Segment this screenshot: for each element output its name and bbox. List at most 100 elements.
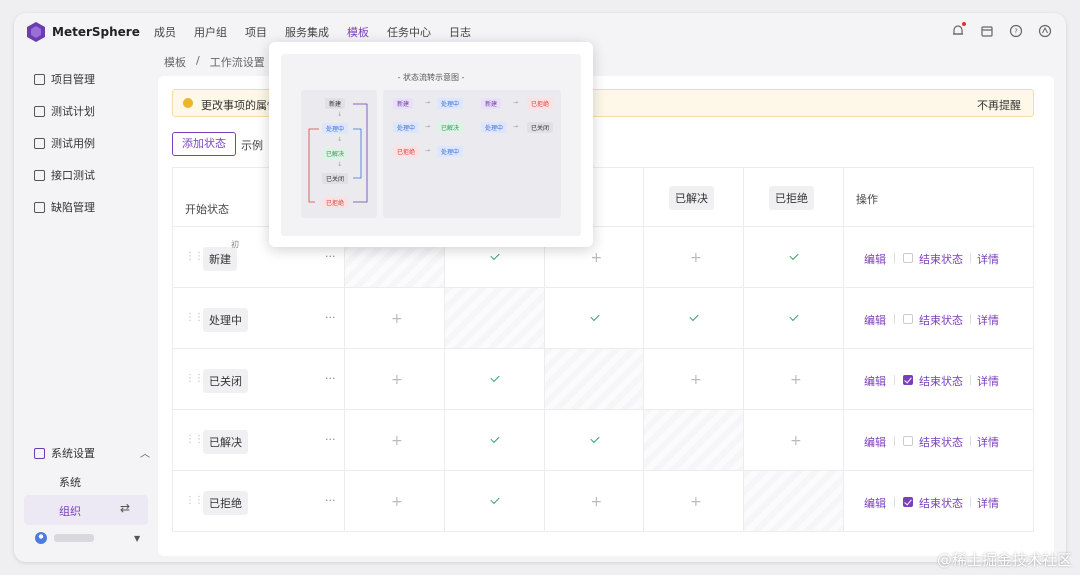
transition-cell[interactable] — [545, 288, 644, 349]
pair-from: 处理中 — [393, 122, 420, 133]
user-name-blurred — [54, 534, 94, 542]
end-state-checkbox[interactable] — [903, 252, 913, 263]
transition-cell[interactable]: + — [345, 288, 445, 349]
end-state-checkbox[interactable] — [903, 374, 913, 385]
sidebar-item-projects[interactable]: 项目管理 — [34, 71, 95, 87]
plus-icon: + — [690, 493, 702, 510]
nav-item-logs[interactable]: 日志 — [449, 24, 471, 40]
drag-handle-icon[interactable]: ⋮⋮ — [185, 312, 204, 323]
more-icon[interactable]: ··· — [325, 433, 336, 446]
transition-cell[interactable]: + — [345, 410, 445, 471]
example-link[interactable]: 示例 — [241, 137, 263, 153]
plus-icon: + — [391, 371, 403, 388]
diagram-title: - 状态流转示意图 - — [397, 73, 465, 82]
detail-button[interactable]: 详情 — [977, 434, 999, 450]
transition-cell[interactable] — [545, 410, 644, 471]
detail-button[interactable]: 详情 — [977, 373, 999, 389]
chevron-up-icon[interactable]: ︿ — [140, 445, 150, 460]
breadcrumb-templates[interactable]: 模板 — [164, 54, 186, 70]
nav-item-projects[interactable]: 项目 — [245, 24, 267, 40]
transition-cell[interactable]: + — [545, 471, 644, 532]
end-state-label: 结束状态 — [919, 252, 963, 266]
transition-cell-disabled — [545, 349, 644, 410]
help-icon[interactable]: ? — [1009, 24, 1023, 38]
swap-icon[interactable]: ⇄ — [120, 501, 130, 515]
header-chip-resolved: 已解决 — [669, 186, 714, 210]
user-menu[interactable]: ▼ — [34, 531, 140, 545]
drag-handle-icon[interactable]: ⋮⋮ — [185, 373, 204, 384]
transition-cell[interactable]: + — [644, 471, 744, 532]
sidebar-sub-system[interactable]: 系统 — [59, 474, 81, 490]
state-chip: 已解决 — [203, 429, 248, 454]
chevron-down-icon[interactable]: ▼ — [134, 534, 140, 543]
transition-cell[interactable]: + — [345, 471, 445, 532]
op-cell: 编辑 结束状态 详情 — [844, 349, 1034, 410]
more-icon[interactable]: ··· — [325, 311, 336, 324]
detail-button[interactable]: 详情 — [977, 495, 999, 511]
drag-handle-icon[interactable]: ⋮⋮ — [185, 434, 204, 445]
sidebar-item-bugs[interactable]: 缺陷管理 — [34, 199, 95, 215]
nav-item-integrations[interactable]: 服务集成 — [285, 24, 329, 40]
drag-handle-icon[interactable]: ⋮⋮ — [185, 495, 204, 506]
state-name-cell: ⋮⋮ 已关闭 ··· — [173, 349, 345, 410]
transition-cell[interactable]: + — [644, 349, 744, 410]
sidebar-sub-org[interactable]: 组织 ⇄ — [24, 495, 148, 525]
add-state-button[interactable]: 添加状态 — [172, 132, 236, 156]
example-popover: - 状态流转示意图 - 新建 ↓ 处理中 ↓ 已解决 ↓ 已关闭 已拒绝 新建 … — [269, 42, 593, 247]
check-icon — [589, 311, 600, 321]
warning-icon — [183, 98, 193, 108]
detail-button[interactable]: 详情 — [977, 312, 999, 328]
more-icon[interactable]: ··· — [325, 250, 336, 263]
language-icon[interactable] — [1038, 24, 1052, 38]
app-logo[interactable]: MeterSphere — [26, 21, 140, 43]
detail-button[interactable]: 详情 — [977, 251, 999, 267]
edit-button[interactable]: 编辑 — [864, 312, 886, 328]
edit-button[interactable]: 编辑 — [864, 434, 886, 450]
transition-cell[interactable] — [744, 288, 844, 349]
edit-button[interactable]: 编辑 — [864, 251, 886, 267]
more-icon[interactable]: ··· — [325, 372, 336, 385]
transition-cell[interactable]: + — [744, 410, 844, 471]
sidebar-item-label: 接口测试 — [51, 169, 95, 182]
sidebar-item-label: 缺陷管理 — [51, 201, 95, 214]
transition-cell[interactable] — [744, 227, 844, 288]
transition-cell[interactable] — [445, 410, 545, 471]
edit-button[interactable]: 编辑 — [864, 373, 886, 389]
transition-cell[interactable]: + — [345, 349, 445, 410]
edit-button[interactable]: 编辑 — [864, 495, 886, 511]
end-state-checkbox[interactable] — [903, 435, 913, 446]
end-state-label: 结束状态 — [919, 496, 963, 510]
sidebar-item-label: 测试计划 — [51, 105, 95, 118]
folder-icon — [34, 73, 45, 85]
nav-item-members[interactable]: 成员 — [154, 24, 176, 40]
bell-icon[interactable] — [951, 22, 966, 38]
nav-item-user-groups[interactable]: 用户组 — [194, 24, 227, 40]
nav-item-task-center[interactable]: 任务中心 — [387, 24, 431, 40]
end-state-checkbox[interactable] — [903, 496, 913, 507]
top-icons: ? — [951, 22, 1052, 38]
plus-icon: + — [391, 432, 403, 449]
transition-cell-disabled — [644, 410, 744, 471]
drag-handle-icon[interactable]: ⋮⋮ — [185, 251, 204, 262]
sidebar-item-test-plan[interactable]: 测试计划 — [34, 103, 95, 119]
transition-cell[interactable] — [445, 471, 545, 532]
transition-cell[interactable]: + — [744, 349, 844, 410]
more-icon[interactable]: ··· — [325, 494, 336, 507]
sidebar-item-test-cases[interactable]: 测试用例 — [34, 135, 95, 151]
transition-cell[interactable] — [644, 288, 744, 349]
transition-cell[interactable]: + — [644, 227, 744, 288]
calendar-icon[interactable] — [980, 24, 994, 38]
transition-cell[interactable] — [445, 349, 545, 410]
op-divider — [894, 435, 895, 446]
org-label: 组织 — [59, 505, 81, 518]
op-divider — [894, 496, 895, 507]
nav-item-templates[interactable]: 模板 — [347, 24, 369, 40]
pair-from: 已拒绝 — [393, 146, 420, 157]
sidebar-item-api-test[interactable]: 接口测试 — [34, 167, 95, 183]
diagram-pairs: 新建 → 处理中 新建 → 已拒绝 处理中 → 已解决 处理中 → 已关闭 已拒… — [383, 90, 561, 218]
header-op: 操作 — [844, 168, 1034, 227]
sidebar-item-settings[interactable]: 系统设置 ︿ — [34, 445, 150, 461]
dismiss-notice-button[interactable]: 不再提醒 — [977, 97, 1021, 113]
pair-to: 已拒绝 — [527, 98, 554, 109]
end-state-checkbox[interactable] — [903, 313, 913, 324]
